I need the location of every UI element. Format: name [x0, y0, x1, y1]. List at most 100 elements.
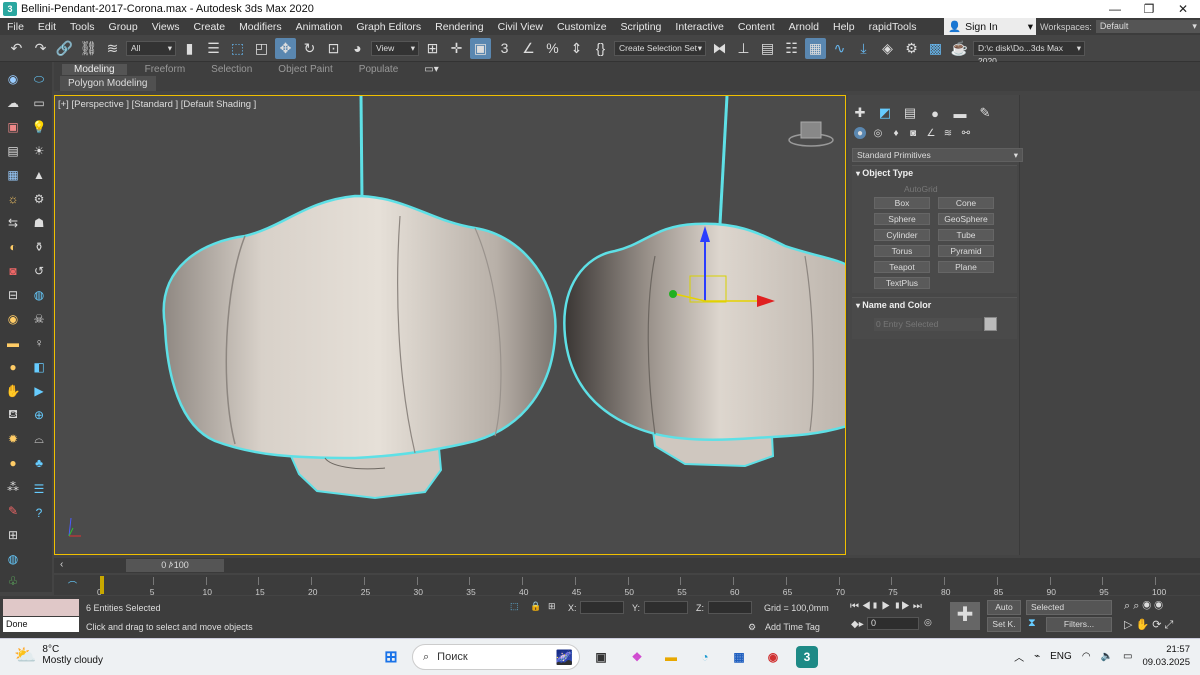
- list-icon[interactable]: ▤: [4, 142, 22, 160]
- tab-selection[interactable]: Selection: [211, 64, 278, 75]
- time-tag-icon[interactable]: ⚙: [748, 622, 756, 633]
- pyramid-button[interactable]: Pyramid: [938, 245, 994, 257]
- chevron-up-icon[interactable]: ︿: [1014, 649, 1024, 664]
- menu-modifiers[interactable]: Modifiers: [232, 21, 289, 33]
- set-key-button[interactable]: Set K.: [987, 617, 1021, 632]
- wifi-icon[interactable]: ◠: [1082, 651, 1091, 662]
- workspaces-dropdown[interactable]: Default: [1095, 20, 1200, 33]
- 3ds-max-taskbar-icon[interactable]: 3: [796, 646, 818, 668]
- arrows-icon[interactable]: ⇆: [4, 214, 22, 232]
- ball-icon[interactable]: ●: [4, 454, 22, 472]
- menu-create[interactable]: Create: [187, 21, 233, 33]
- clock[interactable]: 21:57 09.03.2025: [1142, 643, 1190, 669]
- zoom-icon[interactable]: ⌕ ⌕ ◉ ◉: [1124, 600, 1163, 613]
- name-and-color-header[interactable]: Name and Color: [852, 298, 1017, 312]
- area-light-icon[interactable]: ▬: [4, 334, 22, 352]
- cylinder-button[interactable]: Cylinder: [874, 229, 930, 241]
- sun-icon[interactable]: ☀: [30, 142, 48, 160]
- language-indicator[interactable]: ENG: [1050, 651, 1072, 662]
- cube-stack-icon[interactable]: ⊞: [4, 526, 22, 544]
- isolate-icon[interactable]: ⬚: [510, 601, 519, 612]
- layer-icon[interactable]: ◧: [30, 358, 48, 376]
- object-name-field[interactable]: 0 Entry Selected: [874, 318, 982, 331]
- geometry-icon[interactable]: ●: [854, 127, 866, 139]
- current-frame-marker[interactable]: [100, 576, 104, 594]
- menu-customize[interactable]: Customize: [550, 21, 614, 33]
- bowl-icon[interactable]: ⌓: [30, 430, 48, 448]
- absolute-mode-icon[interactable]: ⊞: [548, 601, 556, 612]
- torus-button[interactable]: Torus: [874, 245, 930, 257]
- undo-icon[interactable]: ↶: [6, 38, 27, 59]
- gear-icon[interactable]: ⚙: [30, 190, 48, 208]
- render-frame-icon[interactable]: ▣: [4, 118, 22, 136]
- menu-animation[interactable]: Animation: [289, 21, 350, 33]
- utilities-tab-icon[interactable]: ✎: [977, 105, 993, 121]
- snaps-toggle-icon[interactable]: 3: [494, 38, 515, 59]
- minimize-button[interactable]: —: [1098, 2, 1132, 16]
- window-crossing-icon[interactable]: ◰: [251, 38, 272, 59]
- select-rotate-icon[interactable]: ↻: [299, 38, 320, 59]
- rotate-icon[interactable]: ↺: [30, 262, 48, 280]
- store-icon[interactable]: ▦: [728, 646, 750, 668]
- z-coordinate-field[interactable]: [708, 601, 752, 614]
- menu-help[interactable]: Help: [826, 21, 862, 33]
- particles-icon[interactable]: ⁂: [4, 478, 22, 496]
- sphere-button[interactable]: Sphere: [874, 213, 930, 225]
- plant-icon[interactable]: ♧: [4, 572, 22, 590]
- file-explorer-icon[interactable]: ▬: [660, 646, 682, 668]
- object-type-header[interactable]: Object Type: [852, 166, 1017, 180]
- viewport-layout-icon[interactable]: ▭: [30, 94, 48, 112]
- shapes-icon[interactable]: ◎: [872, 127, 884, 139]
- play-icon[interactable]: ▶: [30, 382, 48, 400]
- ribbon-toggle-icon[interactable]: ▦: [805, 37, 826, 59]
- perspective-viewport[interactable]: [+] [Perspective ] [Standard ] [Default …: [54, 95, 846, 555]
- playback-controls[interactable]: ⏮ ◀▮ ▶ ▮▶ ⏭: [850, 601, 922, 612]
- crosshair-icon[interactable]: ⊕: [30, 406, 48, 424]
- angle-snap-icon[interactable]: ∠: [518, 38, 539, 59]
- edge-icon[interactable]: ◔: [694, 646, 716, 668]
- helpers-icon[interactable]: ∠: [925, 127, 937, 139]
- box-button[interactable]: Box: [874, 197, 930, 209]
- link-icon[interactable]: 🔗: [54, 38, 75, 59]
- slider-right-icon[interactable]: ›: [170, 559, 173, 570]
- lights-icon[interactable]: ♦: [890, 127, 902, 139]
- edit-named-selection-icon[interactable]: {}: [590, 38, 611, 59]
- lock-icon[interactable]: 🔒: [530, 601, 541, 612]
- menu-scripting[interactable]: Scripting: [614, 21, 669, 33]
- help-icon[interactable]: ?: [30, 504, 48, 522]
- taskbar-search[interactable]: ⌕ Поиск 🌌: [412, 644, 580, 670]
- layer-explorer-icon[interactable]: ☷: [781, 38, 802, 59]
- primitives-dropdown[interactable]: Standard Primitives: [852, 148, 1023, 162]
- person-icon[interactable]: ☗: [30, 214, 48, 232]
- task-view-icon[interactable]: ▣: [590, 646, 612, 668]
- bulb-small-icon[interactable]: ◐: [4, 238, 22, 256]
- spinner-snap-icon[interactable]: ⇕: [566, 38, 587, 59]
- battery-icon[interactable]: ▭: [1123, 651, 1132, 662]
- select-move-icon[interactable]: ✥: [275, 37, 296, 59]
- time-config-icon[interactable]: ◎: [924, 617, 932, 628]
- object-color-swatch[interactable]: [984, 317, 997, 331]
- weather-widget[interactable]: ⛅ 8°C Mostly cloudy: [14, 644, 103, 666]
- hierarchy-tab-icon[interactable]: ▤: [902, 105, 918, 121]
- modify-tab-icon[interactable]: ◩: [877, 105, 893, 121]
- project-path-dropdown[interactable]: D:\c disk\Do...3ds Max 2020: [973, 40, 1085, 66]
- align-icon[interactable]: ⊥: [733, 38, 754, 59]
- windows-start-icon[interactable]: ⊞: [380, 646, 402, 668]
- chrome-icon[interactable]: ◉: [762, 646, 784, 668]
- timeline[interactable]: ⌒ 05101520253035404550556065707580859095…: [54, 575, 1200, 597]
- select-place-icon[interactable]: ◕: [347, 38, 368, 59]
- sphere-icon[interactable]: ◍: [30, 286, 48, 304]
- cone-icon[interactable]: ▲: [30, 166, 48, 184]
- sun-light-icon[interactable]: ✹: [4, 430, 22, 448]
- maxscript-status[interactable]: Done: [3, 617, 79, 632]
- menu-content[interactable]: Content: [731, 21, 782, 33]
- render-production-icon[interactable]: ☕: [949, 38, 970, 59]
- curve-editor-mini-icon[interactable]: ⌒: [68, 579, 77, 592]
- teapot-icon[interactable]: ⛾: [4, 406, 22, 424]
- cloud-icon[interactable]: ☁: [4, 94, 22, 112]
- tab-modeling[interactable]: Modeling: [62, 63, 127, 75]
- time-slider[interactable]: 0 / 100: [126, 559, 224, 572]
- tube-button[interactable]: Tube: [938, 229, 994, 241]
- cone-button[interactable]: Cone: [938, 197, 994, 209]
- frame-ruler[interactable]: 0510152025303540455055606570758085909510…: [97, 575, 1200, 597]
